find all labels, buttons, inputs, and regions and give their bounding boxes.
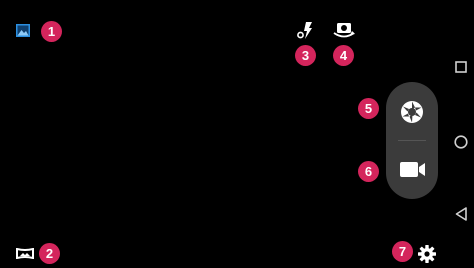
gallery-icon[interactable] xyxy=(16,24,30,37)
callout-badge-4: 4 xyxy=(333,45,354,66)
home-circle-icon[interactable] xyxy=(454,135,468,149)
back-triangle-icon[interactable] xyxy=(455,207,467,221)
recent-apps-square-icon[interactable] xyxy=(455,61,467,73)
callout-badge-2: 2 xyxy=(39,243,60,264)
gear-icon[interactable] xyxy=(418,245,436,263)
callout-badge-7: 7 xyxy=(392,241,413,262)
shutter-icon[interactable] xyxy=(400,100,424,124)
capture-controls-panel xyxy=(386,82,438,199)
camera-viewfinder[interactable]: 1 2 3 4 5 6 7 xyxy=(0,0,474,268)
callout-badge-3: 3 xyxy=(295,45,316,66)
switch-camera-icon[interactable] xyxy=(333,21,355,39)
video-camera-icon[interactable] xyxy=(400,162,426,177)
flash-auto-icon[interactable] xyxy=(297,21,313,40)
callout-badge-6: 6 xyxy=(358,161,379,182)
callout-badge-1: 1 xyxy=(41,21,62,42)
panel-divider xyxy=(398,140,426,141)
panorama-mode-icon[interactable] xyxy=(16,248,34,259)
callout-badge-5: 5 xyxy=(358,98,379,119)
